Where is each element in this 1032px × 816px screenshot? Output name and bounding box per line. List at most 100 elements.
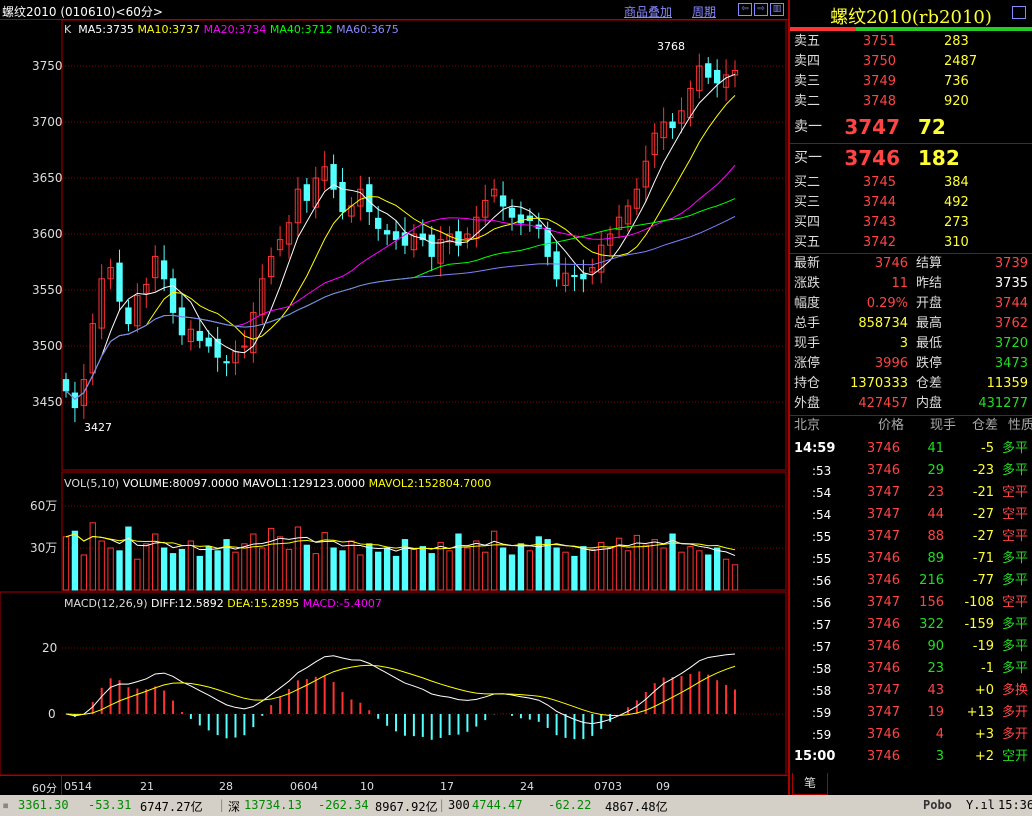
x-tick-label: 0604 xyxy=(290,780,318,793)
stat-row: 持仓 1370333 仓差 11359 xyxy=(794,374,1028,394)
bid-row-2-price: 3745 xyxy=(862,175,896,190)
ask-row-2-label: 卖二 xyxy=(794,94,821,109)
kline-chart[interactable]: 3750 3700 3650 3600 3550 3500 3450 60万 30万 20 0 xyxy=(0,20,788,775)
tick-price: 3746 xyxy=(866,639,900,654)
macd-pane xyxy=(0,591,787,775)
volume-bar xyxy=(562,551,569,591)
candle-body xyxy=(366,184,373,213)
volume-bar xyxy=(366,543,373,591)
x-tick-label: 0514 xyxy=(64,780,92,793)
y-tick-label: 3750 xyxy=(32,59,63,73)
macd-legend-diff: DIFF:12.5892 xyxy=(151,597,224,610)
tick-row: 14:59 3746 41 -5 多平 xyxy=(794,438,1028,460)
tick-row: :54 3747 44 -27 空平 xyxy=(794,504,1028,526)
bid-row-3: 买三 3744 492 xyxy=(794,193,1028,213)
ma10-line xyxy=(65,94,736,400)
volume-bar xyxy=(62,536,70,591)
tick-price: 3746 xyxy=(866,749,900,764)
tick-time: :55 xyxy=(812,552,832,566)
tick-oi-change: -23 xyxy=(972,463,994,478)
stat-value: 3746 xyxy=(874,256,908,271)
tick-nature: 空平 xyxy=(1001,529,1028,544)
stat-label: 现手 xyxy=(794,336,821,351)
tick-price: 3746 xyxy=(866,661,900,676)
stat-label: 内盘 xyxy=(916,396,943,411)
tick-time: :53 xyxy=(812,464,832,478)
x-tick-label: 21 xyxy=(140,780,154,793)
scroll-left-button[interactable]: ⇦ xyxy=(738,3,752,16)
tick-row: :55 3747 88 -27 空平 xyxy=(794,526,1028,548)
overlay-link[interactable]: 商品叠加 xyxy=(624,3,672,20)
stat-value: 431277 xyxy=(978,396,1028,411)
volume-bar xyxy=(526,550,534,591)
volume-bar xyxy=(143,543,150,591)
stat-value: 11 xyxy=(891,276,908,291)
volume-bar xyxy=(169,553,177,591)
volume-bar xyxy=(589,548,596,591)
vol-legend-mavol1: MAVOL1:129123.0000 xyxy=(242,477,366,490)
legend-ma40: MA40:3712 xyxy=(269,23,333,36)
candle-body xyxy=(571,274,578,278)
bid-row-4-price: 3743 xyxy=(862,215,896,230)
tick-oi-change: -27 xyxy=(972,507,994,522)
stat-row: 幅度 0.29% 开盘 3744 xyxy=(794,294,1028,314)
volume-bar xyxy=(134,558,141,591)
stat-label: 跌停 xyxy=(916,356,943,371)
sz-label: 深 xyxy=(228,800,241,814)
ask-row-5: 卖五 3751 283 xyxy=(794,32,1028,52)
date-axis: 60分 0514 21 28 0604 10 17 24 0703 09 xyxy=(0,775,788,796)
candle-body xyxy=(383,230,391,235)
vol-tick-label: 60万 xyxy=(30,499,57,513)
volume-bar xyxy=(160,547,168,591)
volume-bar xyxy=(660,547,667,591)
sz-index: 13734.13 xyxy=(244,798,302,812)
volume-bar xyxy=(241,543,248,591)
stat-value: 0.29% xyxy=(866,296,908,311)
tick-nature: 多平 xyxy=(1001,551,1028,566)
tick-time: :59 xyxy=(812,706,832,720)
tick-price: 3747 xyxy=(866,595,900,610)
volume-bar xyxy=(678,551,685,591)
ask-row-2-volume: 920 xyxy=(944,94,969,109)
tick-volume: 4 xyxy=(935,727,944,742)
tab-ticks[interactable]: 笔 xyxy=(792,773,828,795)
tick-volume: 3 xyxy=(935,749,944,764)
bid-row-5-label: 买五 xyxy=(794,235,821,250)
tick-nature: 多开 xyxy=(1001,727,1028,742)
sz-change: -262.34 xyxy=(318,798,369,812)
tick-oi-change: -5 xyxy=(981,441,994,456)
tick-time: :56 xyxy=(812,596,832,610)
scroll-right-button[interactable]: ⇨ xyxy=(754,3,768,16)
stat-value: 3762 xyxy=(994,316,1028,331)
tick-oi-change: -108 xyxy=(964,595,994,610)
tick-time: :56 xyxy=(812,574,832,588)
status-bar: ▪ 3361.30 -53.31 6747.27亿 | 深 13734.13 -… xyxy=(0,795,1032,816)
tick-price: 3747 xyxy=(866,529,900,544)
volume-bar xyxy=(383,547,391,591)
period-link[interactable]: 周期 xyxy=(692,3,716,20)
volume-bar xyxy=(339,550,346,591)
bid-row-4-volume: 273 xyxy=(944,215,969,230)
candle-body xyxy=(125,307,132,325)
x-tick-label: 17 xyxy=(440,780,454,793)
candle-body xyxy=(62,379,70,392)
volume-bar xyxy=(303,544,311,591)
x-tick-label: 24 xyxy=(520,780,534,793)
volume-bar xyxy=(713,547,721,591)
candle-body xyxy=(169,278,177,313)
ask-row-2: 卖二 3748 920 xyxy=(794,92,1028,112)
maximize-icon[interactable] xyxy=(1012,6,1026,19)
volume-bar xyxy=(125,526,132,591)
x-tick-label: 09 xyxy=(656,780,670,793)
ask-row-1-volume: 72 xyxy=(918,115,946,139)
tick-nature: 多平 xyxy=(1001,573,1028,588)
stat-label: 持仓 xyxy=(794,376,821,391)
volume-bar xyxy=(544,539,551,591)
panel-toggle-button[interactable]: ▥ xyxy=(770,3,784,16)
tick-row: :59 3746 4 +3 多开 xyxy=(794,724,1028,746)
vol-legend-volume: VOLUME:80097.0000 xyxy=(122,477,239,490)
stat-value: 1370333 xyxy=(850,376,908,391)
stat-value: 3996 xyxy=(874,356,908,371)
sh-change: -53.31 xyxy=(88,798,132,812)
bid-row-2-label: 买二 xyxy=(794,175,821,190)
